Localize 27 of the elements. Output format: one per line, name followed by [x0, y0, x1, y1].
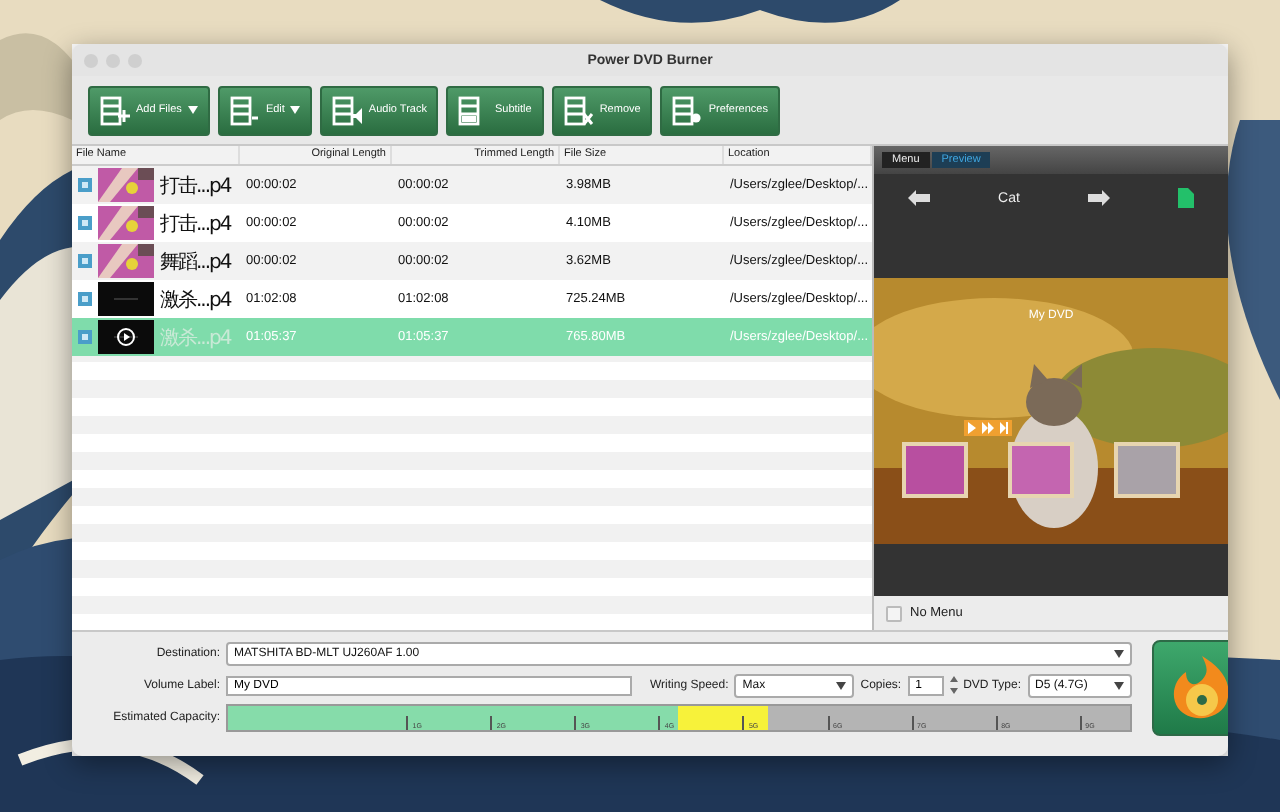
caret-icon	[1113, 681, 1123, 689]
burn-button[interactable]	[1151, 640, 1228, 736]
caret-icon	[290, 106, 301, 114]
caret-icon	[187, 106, 198, 114]
checkbox[interactable]	[886, 605, 902, 621]
capacity-warning-zone	[678, 705, 769, 729]
film-speaker-icon	[332, 95, 363, 125]
file-icon	[78, 330, 92, 344]
file-icon	[78, 178, 92, 192]
file-name: 激杀...p4	[160, 287, 231, 313]
right-arrow-icon[interactable]	[1087, 190, 1110, 206]
file-name: 打击...p4	[160, 211, 231, 237]
file-icon	[78, 216, 92, 230]
film-remove-icon	[563, 95, 594, 125]
edit-icon[interactable]	[1177, 188, 1194, 208]
film-add-icon	[100, 95, 130, 125]
film-edit-icon	[229, 95, 260, 125]
playback-controls-icon[interactable]	[964, 420, 1012, 436]
left-arrow-icon[interactable]	[908, 190, 930, 206]
stepper-icon[interactable]	[949, 676, 958, 694]
file-name: 打击...p4	[160, 173, 231, 199]
file-name: 激杀...p4	[160, 325, 231, 351]
file-name: 舞蹈...p4	[160, 249, 231, 275]
file-icon	[78, 292, 92, 306]
caret-icon	[836, 681, 847, 689]
file-icon	[78, 254, 92, 268]
caret-icon	[1113, 649, 1123, 657]
